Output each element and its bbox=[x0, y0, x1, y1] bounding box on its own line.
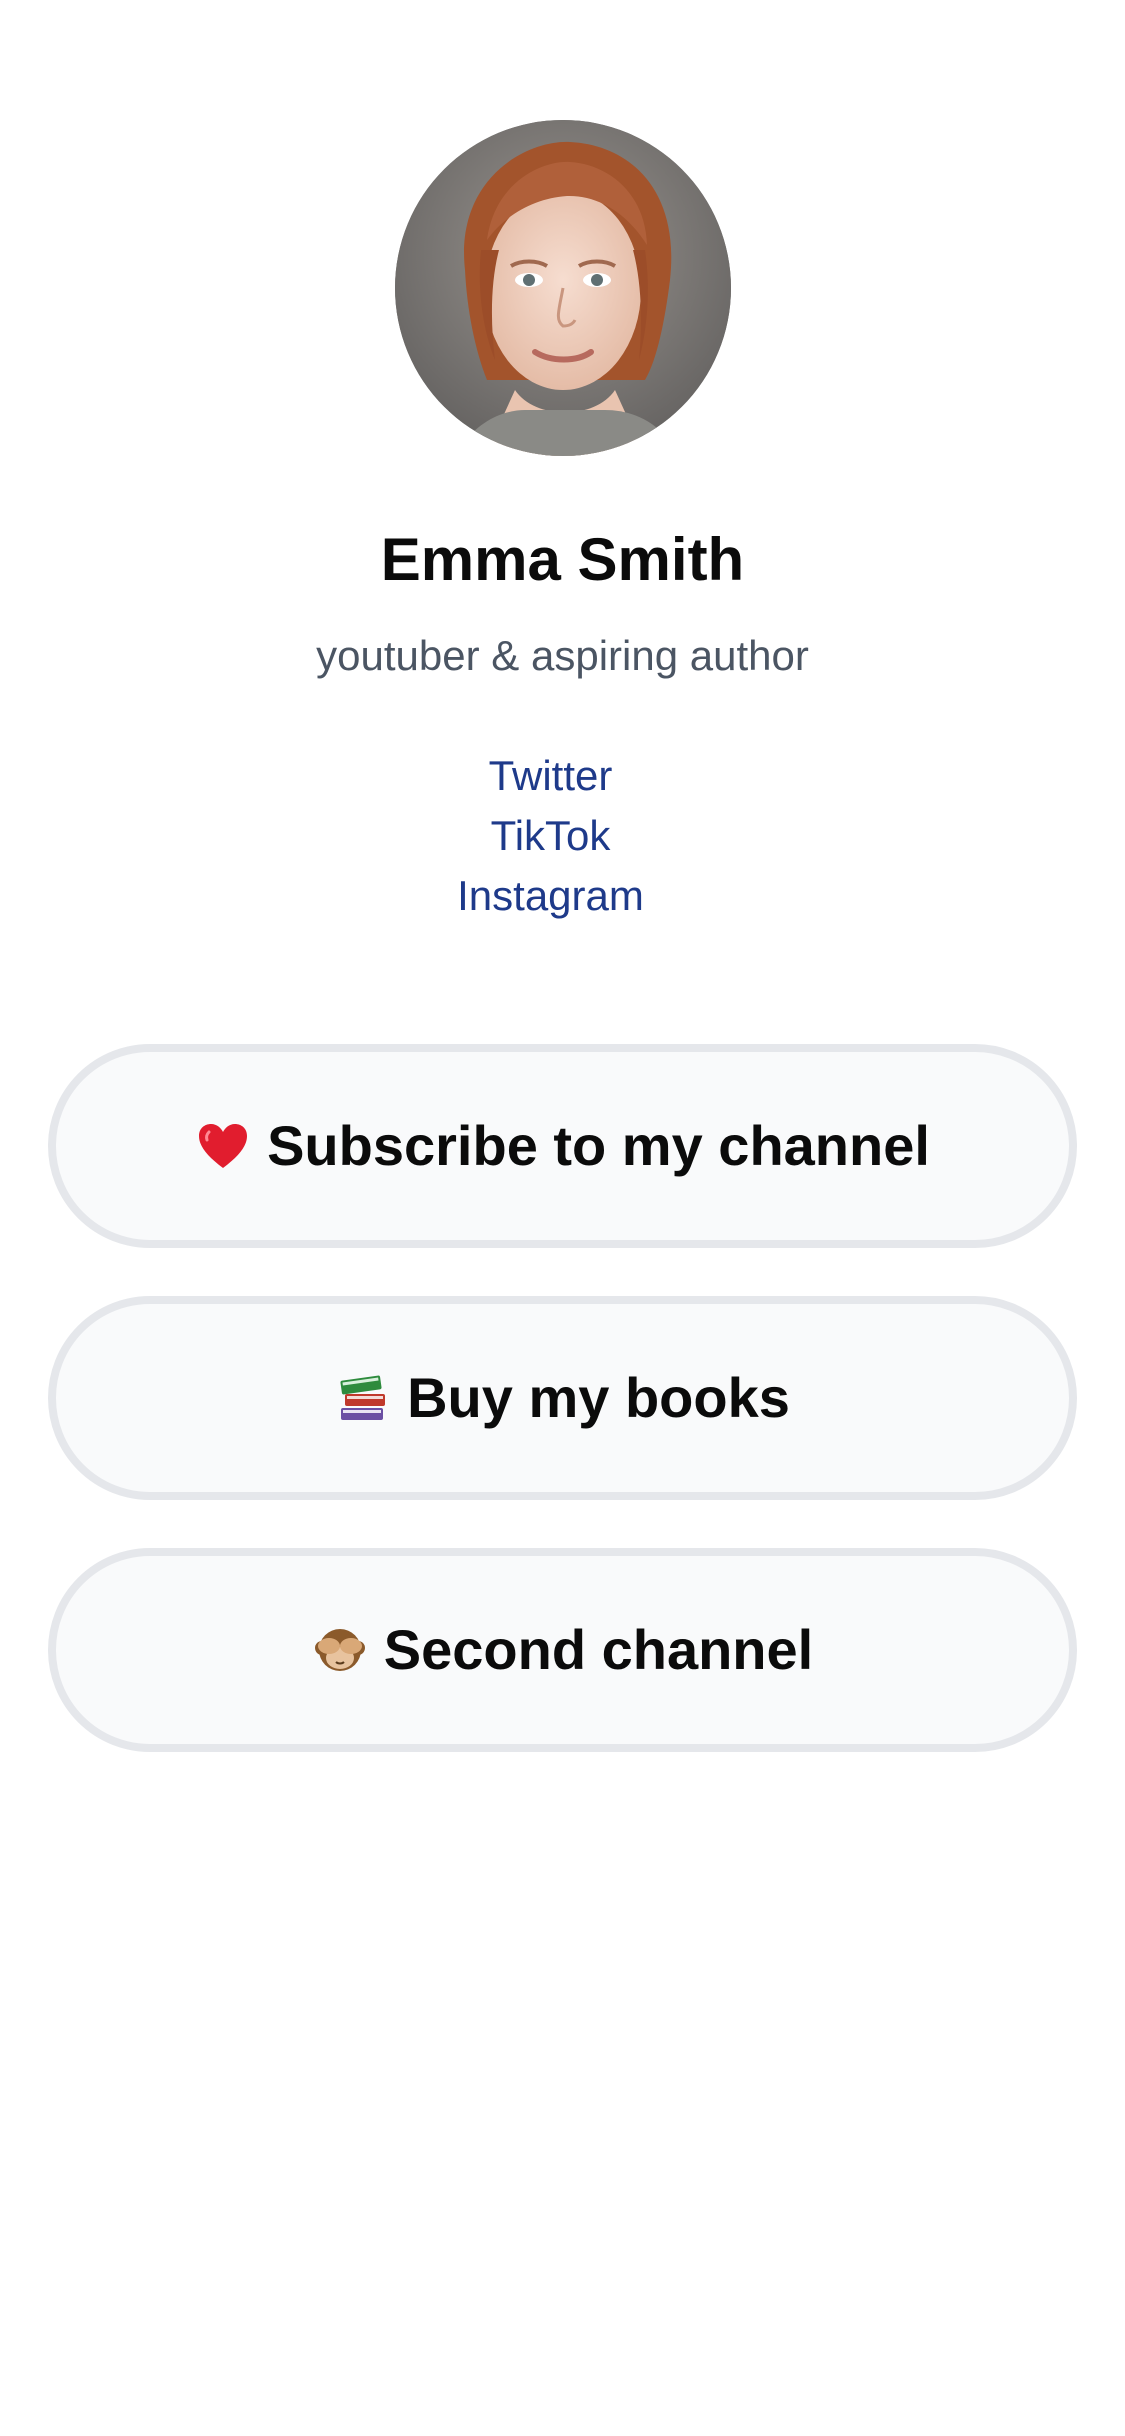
avatar bbox=[395, 120, 731, 456]
profile-name: Emma Smith bbox=[380, 526, 745, 593]
see-no-evil-monkey-icon bbox=[312, 1622, 368, 1678]
link-buttons: Subscribe to my channel Buy my books Sec… bbox=[48, 1044, 1077, 1800]
link-in-bio-page: Emma Smith youtuber & aspiring author Tw… bbox=[0, 0, 1125, 2436]
subscribe-button[interactable]: Subscribe to my channel bbox=[48, 1044, 1077, 1248]
social-links: Twitter TikTok Instagram bbox=[0, 746, 1101, 926]
subscribe-button-label: Subscribe to my channel bbox=[267, 1114, 930, 1177]
social-link-twitter[interactable]: Twitter bbox=[489, 746, 613, 806]
social-link-tiktok[interactable]: TikTok bbox=[491, 806, 611, 866]
second-channel-button[interactable]: Second channel bbox=[48, 1548, 1077, 1752]
books-icon bbox=[335, 1370, 391, 1426]
buy-books-button[interactable]: Buy my books bbox=[48, 1296, 1077, 1500]
second-channel-button-label: Second channel bbox=[383, 1618, 814, 1681]
buy-books-button-label: Buy my books bbox=[407, 1366, 790, 1429]
red-heart-icon bbox=[195, 1118, 251, 1174]
avatar-image bbox=[395, 120, 731, 456]
social-link-instagram[interactable]: Instagram bbox=[457, 866, 644, 926]
profile-bio: youtuber & aspiring author bbox=[316, 632, 809, 679]
